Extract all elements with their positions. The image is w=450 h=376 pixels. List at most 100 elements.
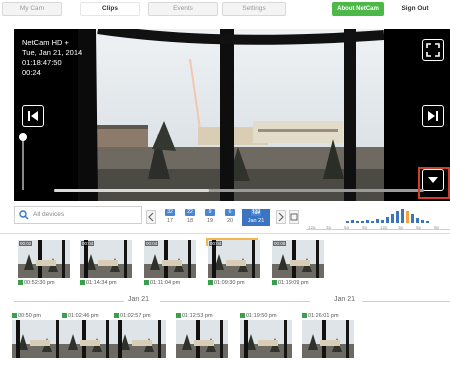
chevron-left-icon [148, 212, 154, 222]
histogram-bar [416, 218, 419, 223]
histogram-label: 6a [344, 225, 350, 230]
volume-handle[interactable] [19, 133, 27, 141]
date-cell[interactable]: 9 19 [202, 209, 218, 226]
histogram-bar [401, 209, 404, 223]
clip-thumbnail-image [12, 320, 64, 358]
video-clip-icon [114, 313, 119, 318]
clip-thumbnail-image [302, 320, 354, 358]
tab-events[interactable]: Events [148, 2, 218, 16]
clip-thumbnail-image [240, 320, 292, 358]
clip-count-badge: 6 [225, 209, 235, 216]
clip-count-badge: 32 [165, 209, 175, 216]
clip-thumbnail[interactable] [302, 320, 354, 358]
playback-progress [54, 189, 210, 192]
clip-count-badge: 9 [205, 209, 215, 216]
date-number: 17 [166, 218, 174, 224]
calendar-icon [290, 213, 298, 221]
clip-time: 01:19:50 pm [240, 313, 277, 319]
skip-back-icon [28, 111, 38, 121]
clip-time-text: 01:02:57 pm [120, 313, 151, 319]
clip-thumbnail[interactable]: 00:02 [18, 240, 70, 278]
previous-clip-button[interactable] [22, 105, 44, 127]
weekday-label: Tue [251, 210, 261, 216]
clip-time-text: 01:12:53 pm [182, 313, 213, 319]
clip-time: 01:19:09 pm [272, 280, 309, 286]
video-clip-icon [62, 313, 67, 318]
date-prev-button[interactable] [146, 210, 156, 224]
camera-feed [78, 29, 384, 201]
video-player[interactable]: NetCam HD + Tue, Jan 21, 2014 01:18:47:5… [14, 29, 450, 201]
histogram-label: 3p [398, 225, 404, 230]
clip-time-text: 01:09:30 pm [214, 280, 245, 286]
tab-my-cam[interactable]: My Cam [2, 2, 62, 16]
clip-duration: 00:24 [22, 68, 41, 77]
date-next-button[interactable] [276, 210, 286, 224]
clip-time-text: 01:14:34 pm [86, 280, 117, 286]
histogram-label: 9p [434, 225, 440, 230]
divider [0, 233, 450, 234]
histogram-bar [421, 220, 424, 223]
clip-thumbnail[interactable]: 00:04 [208, 240, 260, 278]
clip-duration-caption: 00:02 [19, 241, 33, 246]
date-cell-selected[interactable]: 139 Tue Jan 21 [242, 209, 270, 226]
clip-time-text: 01:19:09 pm [278, 280, 309, 286]
clip-item-selected[interactable]: 00:04 01:09:30 pm [206, 238, 260, 286]
clip-date: Tue, Jan 21, 2014 [22, 48, 83, 57]
clip-time: 01:18:47:50 [22, 58, 62, 67]
fullscreen-button[interactable] [422, 39, 444, 61]
clip-thumbnail[interactable]: 00:08 [272, 240, 324, 278]
video-clip-icon [176, 313, 181, 318]
histogram-label: 12p [380, 225, 388, 230]
clip-thumbnail[interactable] [114, 320, 166, 358]
tab-settings[interactable]: Settings [222, 2, 286, 16]
clip-time-text: 01:02:46 pm [68, 313, 99, 319]
date-cell[interactable]: 22 18 [182, 209, 198, 226]
day-divider-line [160, 301, 310, 302]
tab-clips[interactable]: Clips [80, 2, 140, 16]
video-clip-icon [240, 313, 245, 318]
histogram-bar [366, 220, 369, 223]
clip-thumbnail[interactable] [62, 320, 114, 358]
video-info-overlay: NetCam HD + Tue, Jan 21, 2014 01:18:47:5… [22, 38, 82, 78]
next-clip-button[interactable] [422, 105, 444, 127]
day-divider-line [362, 301, 450, 302]
volume-track[interactable] [22, 135, 24, 190]
clip-thumbnail[interactable]: 00:04 [80, 240, 132, 278]
histogram-bar [371, 221, 374, 223]
histogram-label: 6p [416, 225, 422, 230]
clip-duration-caption: 00:04 [209, 241, 223, 246]
sign-out-button[interactable]: Sign Out [392, 2, 438, 16]
day-divider-line [14, 301, 124, 302]
calendar-button[interactable] [289, 210, 299, 224]
histogram-bar [396, 211, 399, 223]
video-clip-icon [302, 313, 307, 318]
device-filter[interactable]: All devices [14, 206, 142, 224]
clip-thumbnail[interactable] [240, 320, 292, 358]
clip-time: 01:09:30 pm [208, 280, 245, 286]
top-navigation: My Cam Clips Events Settings About NetCa… [0, 0, 450, 22]
playback-scrubber[interactable] [54, 189, 424, 192]
activity-histogram[interactable]: 12a 3a 6a 9a 12p 3p 6p 9p [306, 205, 450, 230]
video-clip-icon [272, 280, 277, 285]
clip-time-text: 00:50 pm [18, 313, 41, 319]
date-cell[interactable]: 6 20 [222, 209, 238, 226]
date-cell[interactable]: 32 17 [162, 209, 178, 226]
video-clip-icon [18, 280, 23, 285]
date-selector: 32 17 22 18 9 19 6 20 139 Tue Jan 21 [146, 206, 300, 228]
histogram-bar [356, 221, 359, 223]
clip-time: 01:26:01 pm [302, 313, 339, 319]
date-number: Jan 21 [247, 218, 265, 224]
clip-thumbnail[interactable]: 00:04 [144, 240, 196, 278]
clip-thumbnail[interactable] [176, 320, 228, 358]
clip-thumbnail-image [114, 320, 166, 358]
histogram-bar [346, 221, 349, 223]
clip-thumbnail[interactable] [12, 320, 64, 358]
clip-time: 01:11:04 pm [144, 280, 180, 286]
video-clip-icon [144, 280, 149, 285]
clip-time: 00:52:30 pm [18, 280, 55, 286]
skip-forward-icon [428, 111, 438, 121]
date-number: 19 [206, 218, 214, 224]
about-netcam-button[interactable]: About NetCam [332, 2, 384, 16]
clip-duration-caption: 00:08 [273, 241, 287, 246]
clip-time-text: 01:11:04 pm [150, 280, 181, 286]
